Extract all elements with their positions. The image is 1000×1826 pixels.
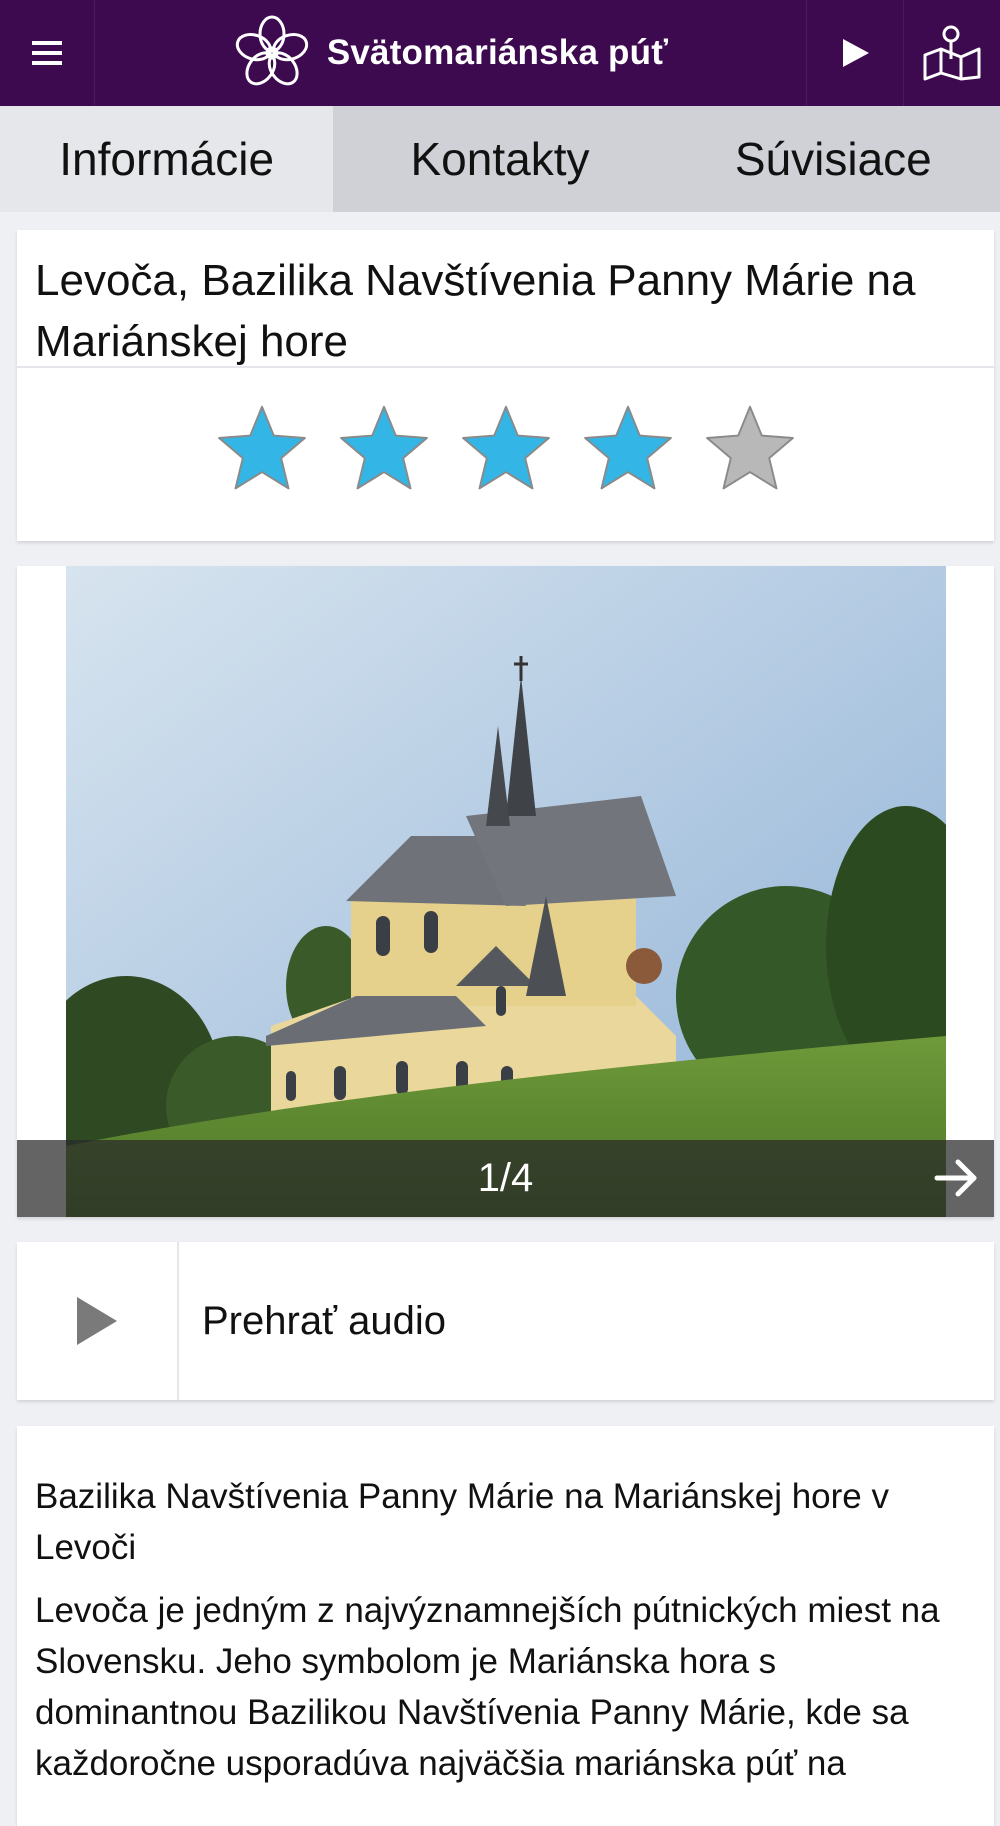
header-play-button[interactable] <box>806 0 903 106</box>
audio-player: Prehrať audio <box>17 1242 994 1400</box>
star-filled-icon[interactable] <box>212 402 312 498</box>
tab-kontakty[interactable]: Kontakty <box>333 106 666 212</box>
basilica-photo <box>66 566 946 1217</box>
arrow-right-icon <box>934 1159 977 1197</box>
tab-bar: Informácie Kontakty Súvisiace <box>0 106 1000 212</box>
app-brand: Svätomariánska púť <box>95 0 806 106</box>
gallery-counter: 1/4 <box>477 1156 534 1200</box>
description-card: Bazilika Navštívenia Panny Márie na Mari… <box>17 1426 994 1826</box>
description-body: Levoča je jedným z najvýznamnejších pútn… <box>35 1591 940 1783</box>
app-header: Svätomariánska púť <box>0 0 1000 106</box>
description-heading: Bazilika Navštívenia Panny Márie na Mari… <box>35 1477 889 1567</box>
play-triangle-icon <box>77 1297 117 1345</box>
audio-play-label[interactable]: Prehrať audio <box>179 1242 994 1400</box>
rating-stars[interactable] <box>17 402 994 498</box>
tab-suvisiace[interactable]: Súvisiace <box>667 106 1000 212</box>
place-title-card: Levoča, Bazilika Navštívenia Panny Márie… <box>17 230 994 541</box>
map-pin-icon <box>923 25 981 81</box>
tab-informacie[interactable]: Informácie <box>0 106 334 212</box>
photo-gallery[interactable]: 1/4 <box>17 566 994 1217</box>
star-empty-icon[interactable] <box>700 402 800 498</box>
menu-button[interactable] <box>0 0 95 106</box>
hamburger-menu-icon <box>32 41 62 65</box>
audio-play-button[interactable] <box>17 1242 179 1400</box>
gallery-controls: 1/4 <box>17 1140 994 1217</box>
next-photo-button[interactable] <box>928 1150 984 1206</box>
star-filled-icon[interactable] <box>456 402 556 498</box>
star-filled-icon[interactable] <box>578 402 678 498</box>
place-title: Levoča, Bazilika Navštívenia Panny Márie… <box>35 256 916 366</box>
play-icon <box>843 39 869 67</box>
map-button[interactable] <box>903 0 1000 106</box>
flower-logo-icon <box>235 15 308 86</box>
star-filled-icon[interactable] <box>334 402 434 498</box>
app-title: Svätomariánska púť <box>326 33 669 72</box>
